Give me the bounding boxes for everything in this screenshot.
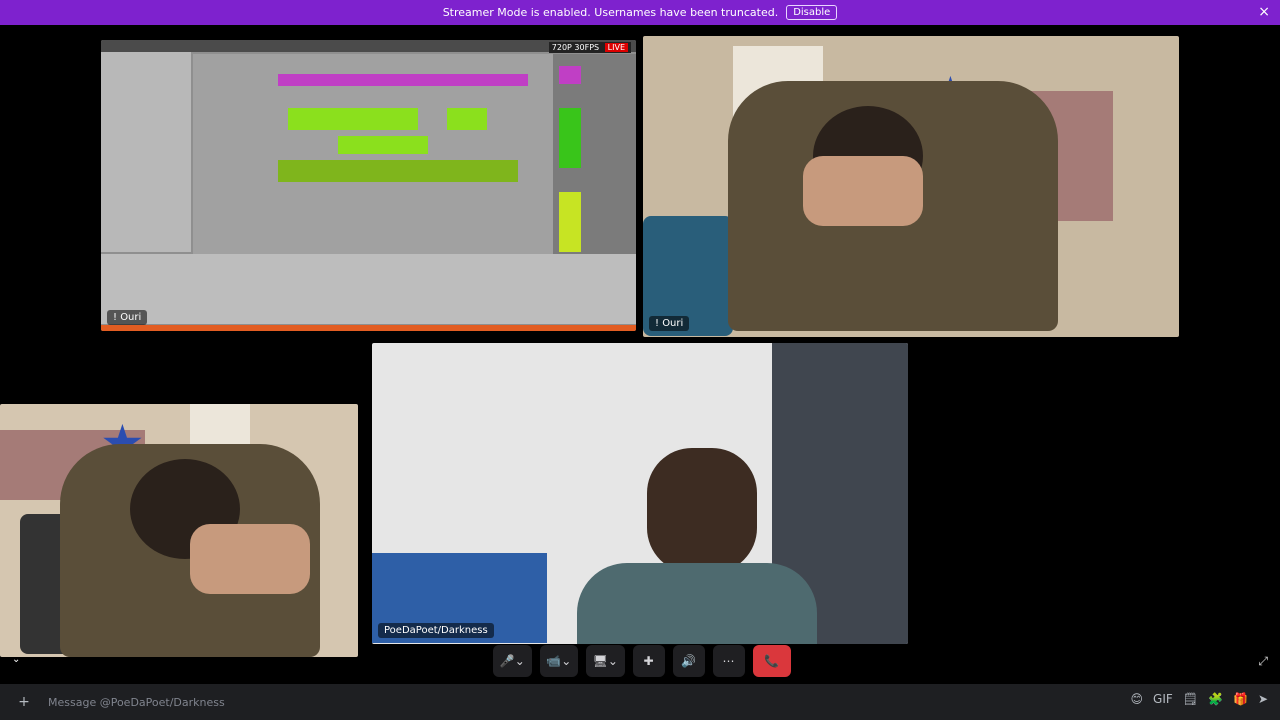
sticker-icon[interactable]: 🗒 xyxy=(1183,692,1198,706)
daw-browser xyxy=(101,52,191,252)
torso xyxy=(577,563,817,644)
live-badge: LIVE xyxy=(604,43,628,52)
stream-res: 720P 30FPS xyxy=(551,43,600,52)
banner-message: Streamer Mode is enabled. Usernames have… xyxy=(442,6,779,19)
daw-mixer xyxy=(553,54,636,254)
leave-call-button[interactable]: 📞 xyxy=(752,645,791,677)
disable-button[interactable]: Disable xyxy=(786,5,838,20)
screen-share-tile[interactable]: 720P 30FPS LIVE ! Ouri xyxy=(101,40,636,331)
apps-icon[interactable]: 🧩 xyxy=(1208,692,1223,706)
participant-label: ! Ouri xyxy=(649,316,690,331)
activities-icon: ✚ xyxy=(643,654,654,668)
participant-video-ouri-2[interactable]: ★ xyxy=(0,404,358,657)
hand xyxy=(803,156,923,226)
participant-label: ! Ouri xyxy=(107,310,148,325)
daw-arrangement xyxy=(193,54,553,254)
chevron-down-icon[interactable]: ⌄ xyxy=(515,654,525,668)
soundboard-icon: 🔊 xyxy=(681,654,696,668)
participant-label: PoeDaPoet/Darkness xyxy=(378,623,494,638)
daw-detail xyxy=(101,254,636,324)
clip-green-4 xyxy=(278,160,518,182)
send-icon[interactable]: ➤ xyxy=(1258,692,1268,706)
participant-video-poedapoet[interactable]: PoeDaPoet/Darkness xyxy=(372,343,908,644)
gif-icon[interactable]: GIF xyxy=(1153,692,1173,706)
hang-up-icon: 📞 xyxy=(764,654,780,668)
mixer-green xyxy=(559,108,581,168)
close-icon[interactable]: × xyxy=(1258,4,1270,20)
message-actions: 😊 GIF 🗒 🧩 🎁 ➤ xyxy=(1131,692,1268,706)
soundboard-button[interactable]: 🔊 xyxy=(672,645,705,677)
call-controls: 🎤 ⌄ 📹 ⌄ 🖥 ⌄ ✚ 🔊 ⋯ 📞 xyxy=(493,644,791,678)
add-icon[interactable]: + xyxy=(0,694,48,710)
chevron-down-icon[interactable]: ⌄ xyxy=(561,654,571,668)
camera-button[interactable]: 📹 ⌄ xyxy=(539,645,578,677)
gift-icon[interactable]: 🎁 xyxy=(1233,692,1248,706)
microphone-icon: 🎤 xyxy=(499,654,515,668)
mic-button[interactable]: 🎤 ⌄ xyxy=(493,645,532,677)
participant-video-ouri[interactable]: ★ ! Ouri xyxy=(643,36,1179,337)
hand xyxy=(190,524,310,594)
clip-green-3 xyxy=(338,136,428,154)
clip-green-2 xyxy=(447,108,487,130)
chevron-down-icon[interactable]: ⌄ xyxy=(608,654,618,668)
screen-share-icon: 🖥 xyxy=(592,654,608,668)
more-options-button[interactable]: ⋯ xyxy=(712,645,745,677)
camera-icon: 📹 xyxy=(546,654,562,668)
message-input[interactable]: Message @PoeDaPoet/Darkness xyxy=(48,696,225,709)
stream-badge: 720P 30FPS LIVE xyxy=(548,42,631,53)
mixer-yellow xyxy=(559,192,581,252)
more-icon: ⋯ xyxy=(722,654,735,668)
fullscreen-icon[interactable]: ⤢ xyxy=(1258,654,1268,669)
message-bar[interactable]: + Message @PoeDaPoet/Darkness 😊 GIF 🗒 🧩 … xyxy=(0,684,1280,720)
head xyxy=(647,448,757,573)
clip-green-1 xyxy=(288,108,418,130)
mixer-magenta xyxy=(559,66,581,84)
emoji-icon[interactable]: 😊 xyxy=(1131,692,1144,706)
clip-magenta xyxy=(278,74,528,86)
activities-button[interactable]: ✚ xyxy=(632,645,665,677)
collapse-icon[interactable]: ⌄ xyxy=(12,654,20,665)
streamer-mode-banner: Streamer Mode is enabled. Usernames have… xyxy=(0,0,1280,25)
daw-bottom-bar xyxy=(101,325,636,331)
screen-share-button[interactable]: 🖥 ⌄ xyxy=(586,645,625,677)
